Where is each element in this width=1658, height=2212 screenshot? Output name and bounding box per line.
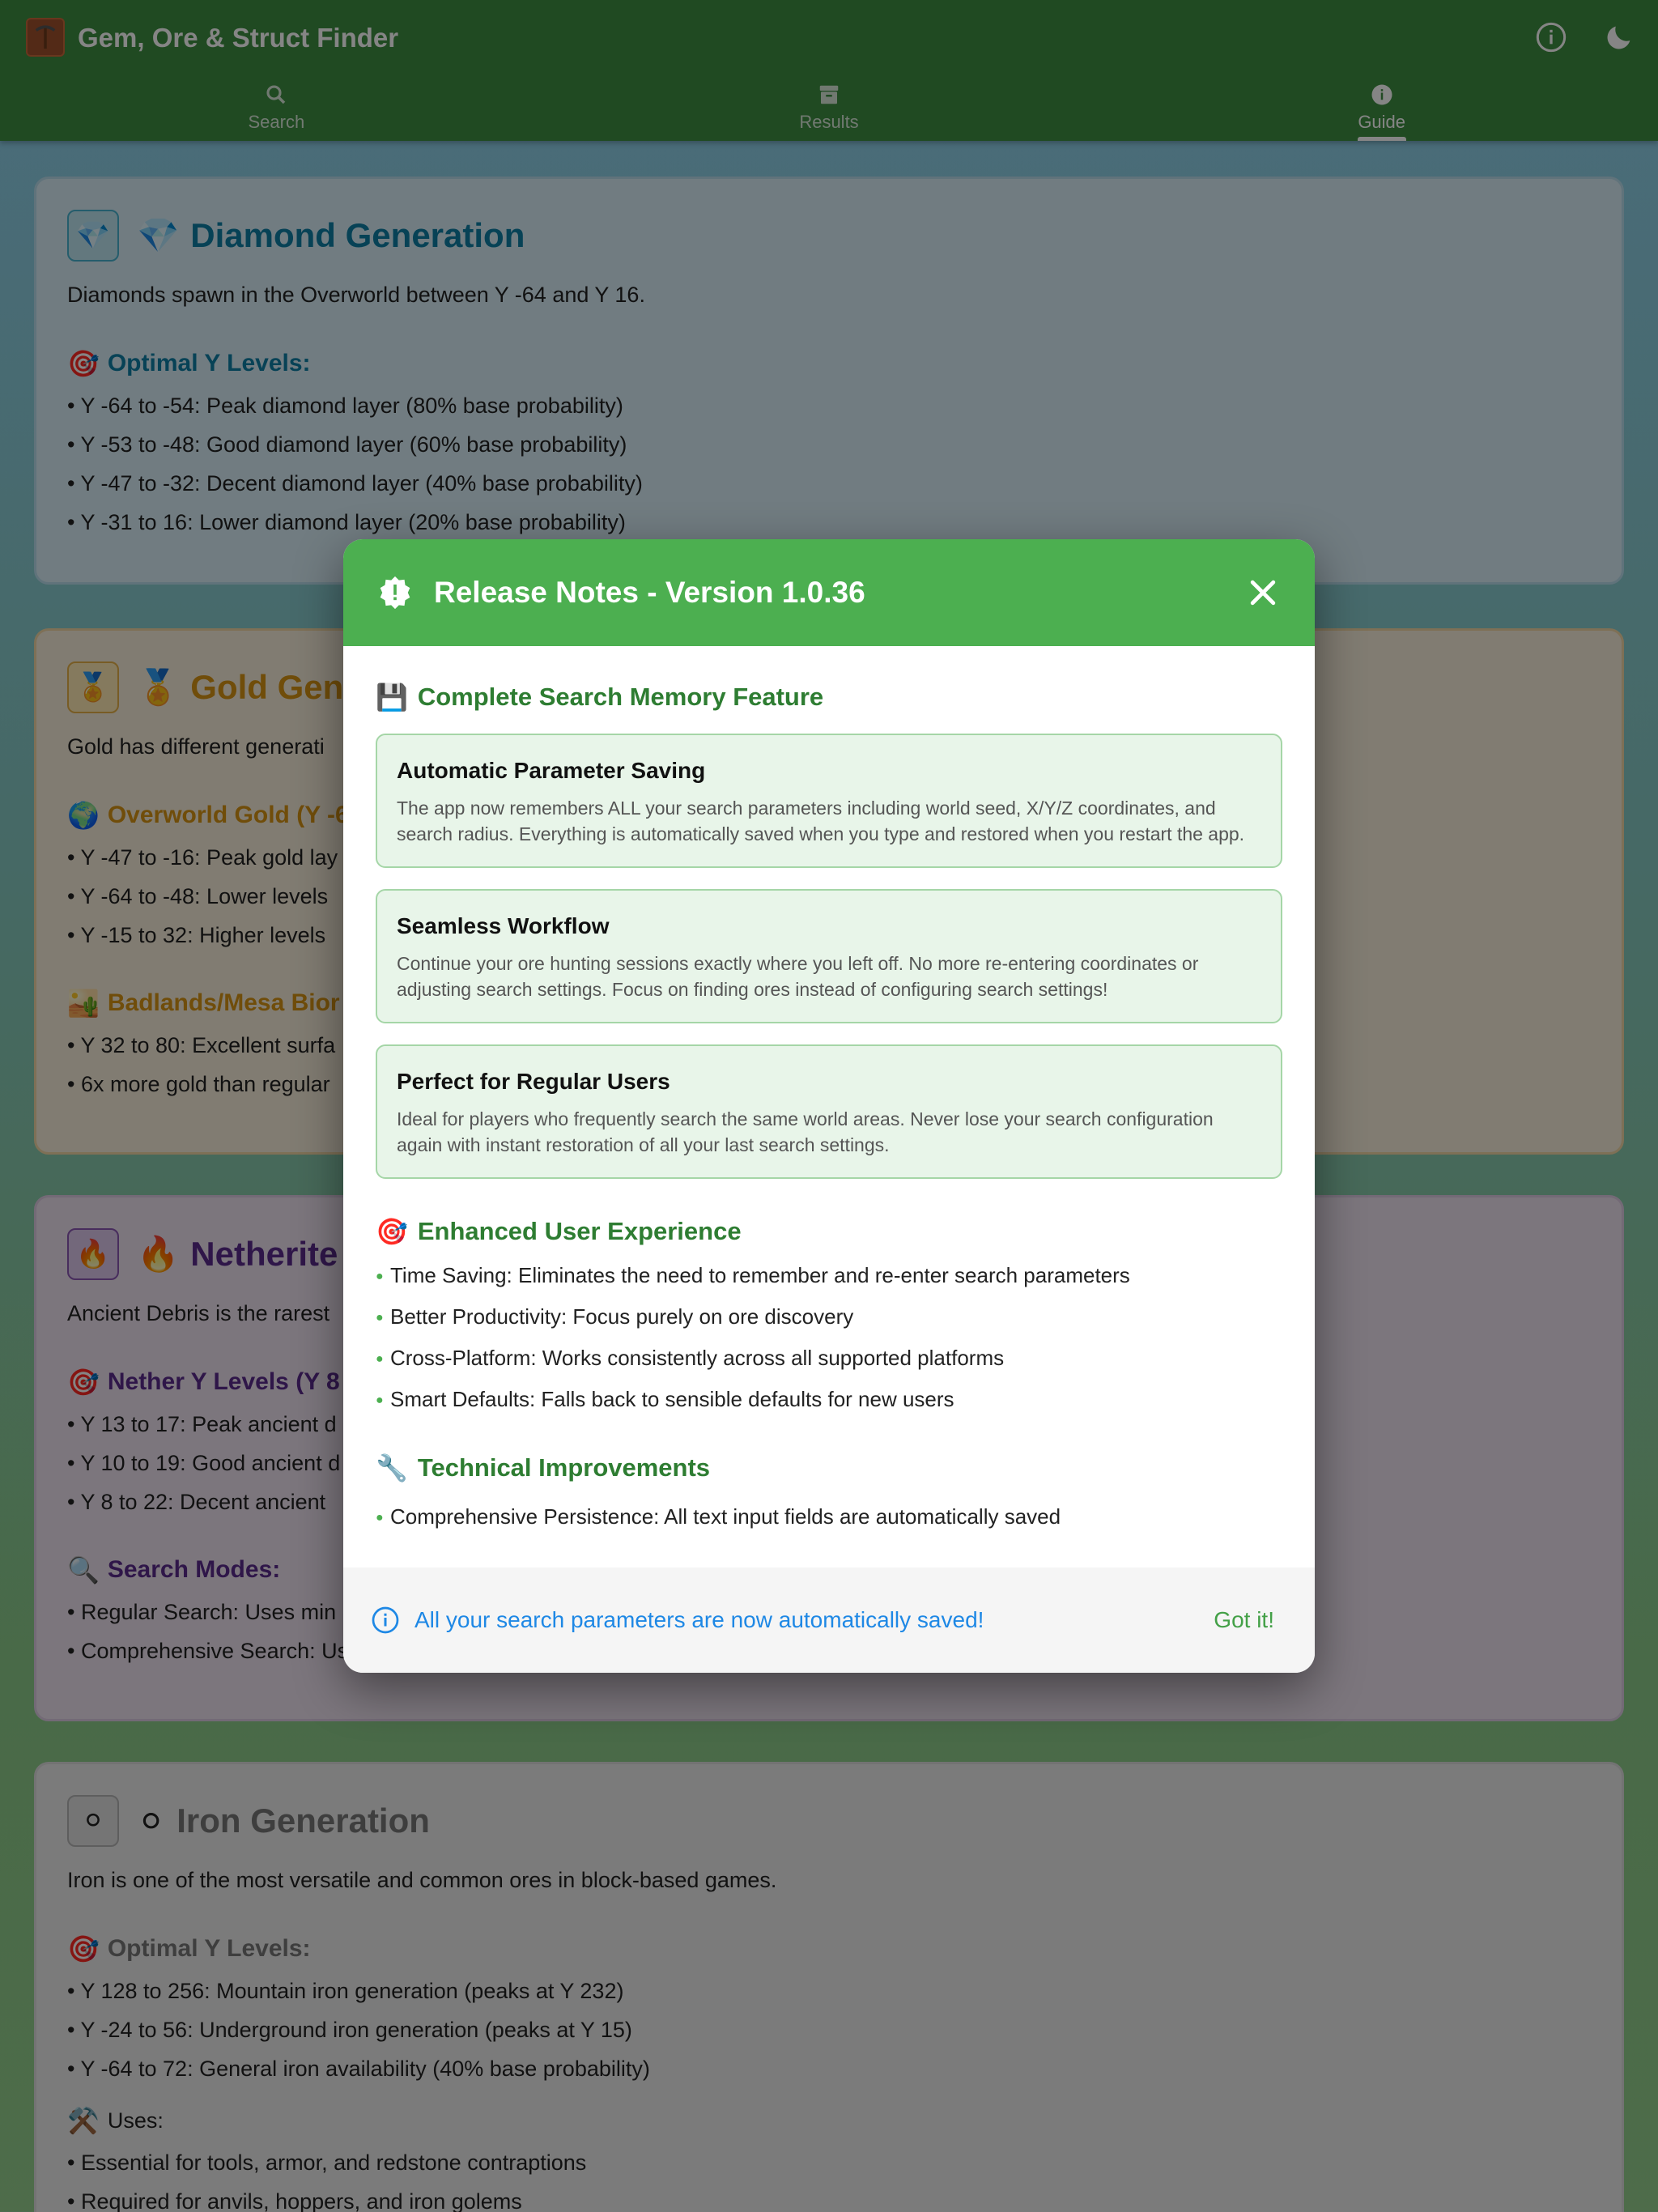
- section-title: Enhanced User Experience: [417, 1217, 742, 1245]
- list-item: ● Time Saving: Eliminates the need to rem…: [376, 1263, 1282, 1288]
- dialog-header: Release Notes - Version 1.0.36: [343, 539, 1315, 646]
- feature-title: Automatic Parameter Saving: [397, 758, 706, 783]
- release-notes-dialog: Release Notes - Version 1.0.36 💾 Complet…: [343, 539, 1315, 1673]
- close-icon[interactable]: [1245, 575, 1281, 610]
- feature-description: Continue your ore hunting sessions exact…: [397, 953, 1199, 1000]
- bullet-dot-icon: ●: [376, 1311, 384, 1325]
- section-title: Complete Search Memory Feature: [417, 683, 824, 711]
- section-heading: 💾 Complete Search Memory Feature: [376, 682, 1282, 713]
- feature-title: Perfect for Regular Users: [397, 1069, 670, 1094]
- bullet-dot-icon: ●: [376, 1511, 384, 1525]
- section-title: Technical Improvements: [417, 1453, 711, 1482]
- section-heading: 🎯 Enhanced User Experience: [376, 1216, 1282, 1247]
- list-item: ● Smart Defaults: Falls back to sensible …: [376, 1387, 1282, 1412]
- feature-card: Automatic Parameter Saving The app now r…: [376, 734, 1282, 868]
- feature-card: Perfect for Regular Users Ideal for play…: [376, 1044, 1282, 1179]
- floppy-disk-icon: 💾: [376, 683, 408, 712]
- bullet-dot-icon: ●: [376, 1270, 384, 1283]
- feature-description: Ideal for players who frequently search …: [397, 1108, 1214, 1155]
- footer-message: All your search parameters are now autom…: [414, 1607, 984, 1632]
- feature-title: Seamless Workflow: [397, 913, 610, 938]
- list-item-text: Cross-Platform: Works consistently acros…: [390, 1346, 1005, 1370]
- feature-description: The app now remembers ALL your search pa…: [397, 798, 1245, 844]
- bullet-dot-icon: ●: [376, 1393, 384, 1407]
- new-releases-icon: [380, 576, 410, 610]
- list-item: ● Cross-Platform: Works consistently acro…: [376, 1346, 1282, 1371]
- list-item: ● Better Productivity: Focus purely on or…: [376, 1304, 1282, 1329]
- wrench-icon: 🔧: [376, 1453, 408, 1482]
- section-heading: 🔧 Technical Improvements: [376, 1453, 1282, 1483]
- bullet-dot-icon: ●: [376, 1352, 384, 1366]
- list-item-text: Comprehensive Persistence: All text inpu…: [390, 1504, 1061, 1529]
- dialog-body[interactable]: 💾 Complete Search Memory Feature Automat…: [343, 646, 1315, 1540]
- dialog-footer: All your search parameters are now autom…: [343, 1568, 1315, 1673]
- dialog-title: Release Notes - Version 1.0.36: [434, 576, 865, 609]
- list-item: ● Comprehensive Persistence: All text inp…: [376, 1504, 1282, 1529]
- list-item-text: Time Saving: Eliminates the need to reme…: [390, 1263, 1130, 1287]
- target-icon: 🎯: [376, 1217, 408, 1246]
- list-item-text: Smart Defaults: Falls back to sensible d…: [390, 1387, 954, 1411]
- got-it-button[interactable]: Got it!: [1205, 1599, 1282, 1641]
- info-outline-icon: [372, 1606, 399, 1634]
- feature-card: Seamless Workflow Continue your ore hunt…: [376, 889, 1282, 1023]
- list-item-text: Better Productivity: Focus purely on ore…: [390, 1304, 854, 1329]
